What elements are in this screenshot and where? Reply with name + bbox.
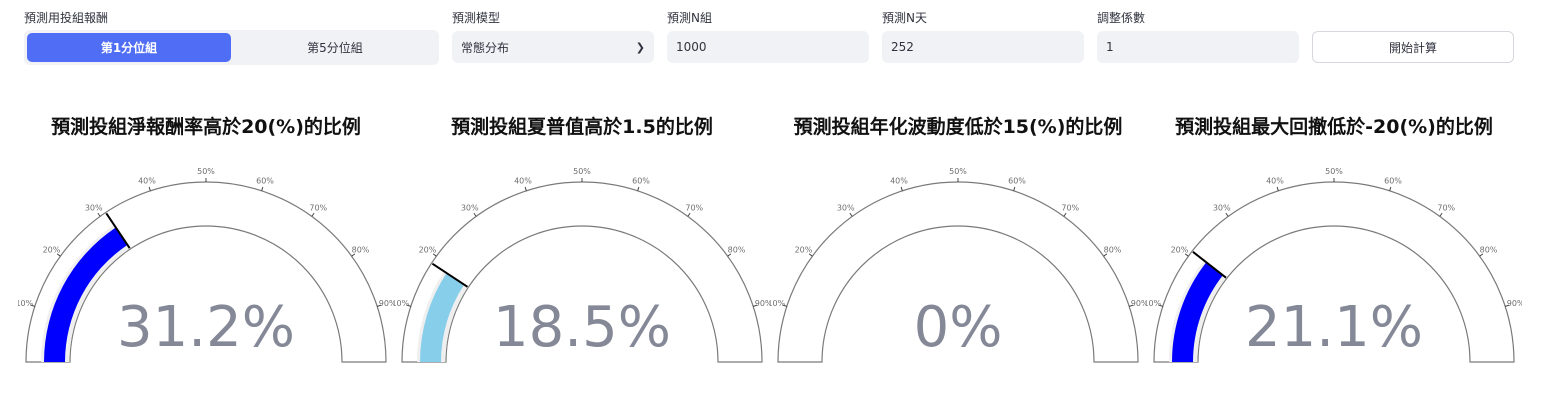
gauge-tick-label: 80% bbox=[728, 246, 746, 255]
gauge-tick bbox=[687, 212, 691, 217]
gauge-tick-label: 90% bbox=[379, 299, 394, 308]
portfolio-option-q5[interactable]: 第5分位組 bbox=[234, 33, 436, 62]
gauge-tick bbox=[900, 186, 903, 191]
gauge-tick bbox=[1225, 212, 1229, 217]
gauge-tick-label: 30% bbox=[1213, 203, 1231, 212]
gauge-value-text: 18.5% bbox=[493, 295, 671, 360]
gauge-tick-label: 10% bbox=[770, 299, 786, 308]
gauge-tick bbox=[311, 212, 315, 217]
gauge-tick bbox=[148, 186, 151, 191]
portfolio-option-q1[interactable]: 第1分位組 bbox=[27, 33, 231, 62]
gauge-tick-label: 40% bbox=[890, 176, 908, 185]
gauge-tick-label: 80% bbox=[352, 246, 370, 255]
gauge-tick-label: 20% bbox=[795, 246, 813, 255]
gauge-tick-label: 90% bbox=[1507, 299, 1522, 308]
adjust-input[interactable]: 1 bbox=[1097, 31, 1299, 63]
gauge-title-volatility: 預測投組年化波動度低於15(%)的比例 bbox=[793, 116, 1123, 138]
n-days-value: 252 bbox=[891, 40, 914, 54]
gauge-tick-label: 80% bbox=[1480, 246, 1498, 255]
gauge-tick-label: 30% bbox=[85, 203, 103, 212]
gauge-tick-label: 70% bbox=[1437, 203, 1455, 212]
gauge-tick-label: 10% bbox=[1146, 299, 1162, 308]
gauge-tick-label: 40% bbox=[1266, 176, 1284, 185]
portfolio-label: 預測用投組報酬 bbox=[24, 11, 109, 25]
gauge-tick-label: 60% bbox=[256, 176, 274, 185]
n-groups-label: 預測N組 bbox=[667, 11, 712, 25]
model-select-value: 常態分布 bbox=[461, 40, 510, 55]
gauge-tick-label: 20% bbox=[1171, 246, 1189, 255]
model-label: 預測模型 bbox=[452, 11, 501, 25]
gauge-tick bbox=[637, 186, 640, 191]
gauge-tick bbox=[97, 212, 101, 217]
gauge-tick bbox=[1063, 212, 1067, 217]
start-calculation-button[interactable]: 開始計算 bbox=[1312, 31, 1514, 63]
gauge-tick bbox=[524, 186, 527, 191]
gauge-tick-label: 90% bbox=[1131, 299, 1146, 308]
gauge-tick-label: 60% bbox=[1008, 176, 1026, 185]
gauge-tick-label: 70% bbox=[685, 203, 703, 212]
gauge-tick bbox=[1389, 186, 1392, 191]
gauge-tick-label: 90% bbox=[755, 299, 770, 308]
gauge-tick bbox=[1439, 212, 1443, 217]
gauge-tick-label: 50% bbox=[197, 167, 215, 176]
gauge-title-return: 預測投組淨報酬率高於20(%)的比例 bbox=[51, 116, 361, 138]
gauge-tick-label: 40% bbox=[138, 176, 156, 185]
adjust-value: 1 bbox=[1106, 40, 1114, 54]
gauge-tick bbox=[849, 212, 853, 217]
gauge-title-sharpe: 預測投組夏普值高於1.5的比例 bbox=[451, 116, 713, 138]
gauge-tick bbox=[1276, 186, 1279, 191]
gauge-tick-label: 30% bbox=[837, 203, 855, 212]
gauge-tick-label: 30% bbox=[461, 203, 479, 212]
adjust-label: 調整係數 bbox=[1097, 11, 1146, 25]
gauge-title-drawdown: 預測投組最大回撤低於-20(%)的比例 bbox=[1175, 116, 1493, 138]
portfolio-segmented-control: 第1分位組 第5分位組 bbox=[24, 30, 439, 65]
gauge-tick-label: 80% bbox=[1104, 246, 1122, 255]
gauge-volatility: 10% 20% 30% 40% 50% 60% 70% 80% 90% 0% bbox=[770, 167, 1146, 363]
gauge-tick-label: 10% bbox=[394, 299, 410, 308]
n-groups-input[interactable]: 1000 bbox=[667, 31, 869, 63]
gauge-tick bbox=[261, 186, 264, 191]
n-groups-value: 1000 bbox=[676, 40, 707, 54]
gauge-tick-label: 60% bbox=[632, 176, 650, 185]
n-days-label: 預測N天 bbox=[882, 11, 927, 25]
gauge-value-text: 21.1% bbox=[1245, 295, 1423, 360]
gauge-tick-label: 50% bbox=[949, 167, 967, 176]
gauge-sharpe: 10% 20% 30% 40% 50% 60% 70% 80% 90% 18.5% bbox=[394, 167, 770, 363]
gauge-value-text: 0% bbox=[914, 295, 1003, 360]
gauge-tick bbox=[1013, 186, 1016, 191]
gauge-tick-label: 40% bbox=[514, 176, 532, 185]
gauge-value-text: 31.2% bbox=[117, 295, 295, 360]
gauge-tick-label: 20% bbox=[43, 246, 61, 255]
chevron-down-icon: ❯ bbox=[635, 40, 645, 54]
gauge-tick bbox=[473, 212, 477, 217]
gauge-tick-label: 60% bbox=[1384, 176, 1402, 185]
model-select[interactable]: 常態分布 ❯ bbox=[452, 31, 654, 63]
gauge-tick-label: 50% bbox=[1325, 167, 1343, 176]
gauge-tick-label: 70% bbox=[1061, 203, 1079, 212]
gauge-return: 10% 20% 30% 40% 50% 60% 70% 80% 90% 31.2% bbox=[18, 167, 394, 363]
gauge-tick-label: 50% bbox=[573, 167, 591, 176]
gauge-tick-label: 20% bbox=[419, 246, 437, 255]
gauge-tick-label: 70% bbox=[309, 203, 327, 212]
gauge-tick-label: 10% bbox=[18, 299, 34, 308]
n-days-input[interactable]: 252 bbox=[882, 31, 1084, 63]
gauge-drawdown: 10% 20% 30% 40% 50% 60% 70% 80% 90% 21.1% bbox=[1146, 167, 1522, 363]
